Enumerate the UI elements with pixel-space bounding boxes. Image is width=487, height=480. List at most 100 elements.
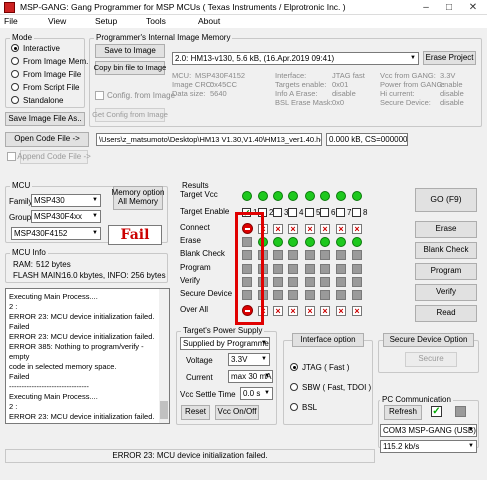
target-enable-checkbox[interactable] [320,208,329,217]
mode-radio-script-file[interactable] [11,83,19,91]
info-infoa-label: Info A Erase: [275,89,318,98]
comm-checkbox-checked[interactable]: ✓ [431,406,442,417]
title-bar: MSP-GANG: Gang Programmer for MSP MCUs (… [0,0,487,15]
target-vcc-led [352,191,362,201]
fail-indicator: Fail [108,225,162,245]
current-select[interactable]: max 30 mA ▼ [228,370,273,383]
fail-highlight-box [235,212,264,325]
result-row-label: Secure Device [180,289,233,298]
log-line: ERROR 23: MCU device initialization fail… [9,332,155,341]
mode-radio-interactive[interactable] [11,44,19,52]
log-line: ERROR 385: Nothing to program/verify - e… [9,342,144,361]
verify-button[interactable]: Verify [415,284,477,301]
target-vcc-led [336,191,346,201]
result-square [320,264,330,274]
target-enable-checkbox[interactable] [273,208,282,217]
disabled-target-x-icon: × [288,306,298,316]
result-square [352,250,362,260]
voltage-select[interactable]: 3.3V ▼ [228,353,270,366]
read-button[interactable]: Read [415,305,477,322]
reset-button[interactable]: Reset [181,405,210,420]
image-select[interactable]: 2.0: HM13-v130, 5.6 kB, (16.Apr.2019 09:… [172,52,419,65]
family-select[interactable]: MSP430 ▼ [31,194,101,207]
info-iface-value: JTAG fast [332,71,365,80]
append-code-file-button[interactable]: Append Code File -> [17,150,91,164]
close-icon[interactable]: ✕ [462,0,484,15]
target-enable-checkbox[interactable] [336,208,345,217]
iface-radio-sbw[interactable] [290,383,298,391]
result-square [336,277,346,287]
append-code-checkbox[interactable] [7,152,16,161]
result-square [305,277,315,287]
log-scrollbar[interactable] [159,289,169,423]
menu-view[interactable]: View [48,16,66,26]
result-square [305,290,315,300]
mode-radio-standalone[interactable] [11,96,19,104]
voltage-value: 3.3V [231,355,248,364]
comm-port-select[interactable]: COM3 MSP-GANG (USB) ▼ [380,424,477,437]
result-row-label: Target Enable [180,207,230,216]
chevron-down-icon: ▼ [264,390,270,396]
result-square [352,264,362,274]
mode-label-script-file: From Script File [23,83,80,92]
result-square [336,250,346,260]
target-enable-checkbox[interactable] [352,208,361,217]
result-square [320,290,330,300]
secure-device-option-button[interactable]: Secure Device Option [383,333,474,347]
group-select[interactable]: MSP430F4xx ▼ [31,210,101,223]
result-row-label: Program [180,263,211,272]
log-scroll-thumb[interactable] [160,401,168,419]
device-select[interactable]: MSP430F4152 ▼ [11,227,101,240]
target-enable-checkbox[interactable] [305,208,314,217]
vcc-onoff-button[interactable]: Vcc On/Off [215,405,259,420]
menu-setup[interactable]: Setup [95,16,117,26]
save-image-file-button[interactable]: Save Image File As.. [5,112,85,126]
mode-radio-image-mem[interactable] [11,57,19,65]
image-memory-label: Programmer's Internal Image Memory [94,33,233,42]
open-code-file-button[interactable]: Open Code File -> [5,132,89,147]
baud-select[interactable]: 115.2 kb/s ▼ [380,440,477,453]
maximize-icon[interactable]: □ [438,0,460,15]
iface-radio-bsl[interactable] [290,403,298,411]
menu-tools[interactable]: Tools [146,16,166,26]
menu-file[interactable]: File [4,16,18,26]
get-config-button[interactable]: Get Config from Image [92,108,168,122]
iface-radio-jtag[interactable] [290,363,298,371]
copy-bin-button[interactable]: Copy bin file to Image [94,61,166,75]
power-supply-select[interactable]: Supplied by Programmer ▼ [180,337,270,350]
menu-about[interactable]: About [198,16,220,26]
group-value: MSP430F4xx [34,212,83,221]
go-button[interactable]: GO (F9) [415,188,477,212]
mode-label: Mode [10,33,35,42]
log-line: 2 : [9,402,18,411]
comm-port-value: COM3 MSP-GANG (USB) [383,426,476,435]
info-secure-value: disable [440,98,464,107]
secure-button[interactable]: Secure [405,352,457,367]
result-row-label: Connect [180,223,210,232]
info-hicurrent-label: Hi current: [380,89,415,98]
blank-check-button[interactable]: Blank Check [415,242,477,259]
erase-project-button[interactable]: Erase Project [423,51,476,65]
result-square [273,277,283,287]
erase-button[interactable]: Erase [415,221,477,238]
memory-option-button[interactable]: Memory option All Memory [112,186,164,210]
target-enable-checkbox[interactable] [288,208,297,217]
interface-option-button[interactable]: Interface option [292,333,364,347]
settle-select[interactable]: 0.0 s ▼ [240,387,273,400]
save-to-image-button[interactable]: Save to Image [95,44,165,58]
mode-radio-image-file[interactable] [11,70,19,78]
comm-status-square [455,406,466,417]
refresh-button[interactable]: Refresh [384,405,422,420]
program-button[interactable]: Program [415,263,477,280]
result-row-label: Blank Check [180,249,225,258]
disabled-target-x-icon: × [273,306,283,316]
disabled-target-x-icon: × [352,306,362,316]
info-crc-label: Image CRC: [172,80,214,89]
config-from-image-checkbox[interactable] [95,91,104,100]
target-number: 6 [331,208,336,217]
mode-label-standalone: Standalone [23,96,64,105]
config-from-image-label: Config. from Image [107,91,176,100]
minimize-icon[interactable]: – [415,0,437,15]
disabled-target-x-icon: × [273,224,283,234]
log-area[interactable]: Executing Main Process.... 2 : ERROR 23: M… [5,288,170,424]
